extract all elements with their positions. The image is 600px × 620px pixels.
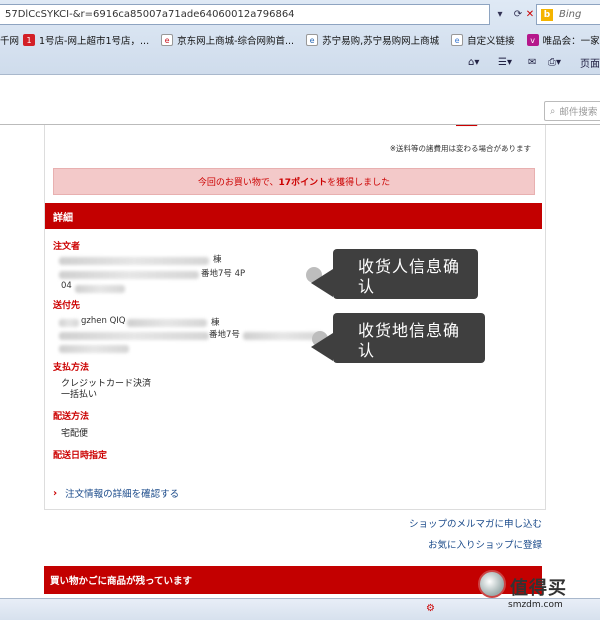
recipient-fragment-1: gzhen QIQ <box>81 316 126 326</box>
mail-icon[interactable]: ✉ <box>528 54 536 70</box>
points-value: 17ポイント <box>278 178 328 188</box>
favorite-label: 唯品会：一家专门做特卖... <box>542 36 600 47</box>
browser-chrome: 57DlCcSYKCI-&r=6916ca85007a71ade64060012… <box>0 0 600 75</box>
favorite-label: 苏宁易购,苏宁易购网上商城 <box>322 36 440 47</box>
blurred-name <box>59 257 209 265</box>
delivery-label: 配送方法 <box>53 412 90 422</box>
newsletter-link[interactable]: ショップのメルマガに申し込む <box>409 516 542 530</box>
points-notice: 今回のお買い物で、 17ポイント を獲得しました <box>53 168 535 195</box>
points-prefix: 今回のお買い物で、 <box>197 178 279 188</box>
orderer-fragment-3: 04 <box>61 281 72 291</box>
page-icon: e <box>451 34 464 46</box>
security-icon: ⚙ <box>426 603 435 614</box>
delivery-value: 宅配便 <box>61 429 89 439</box>
dropdown-icon[interactable]: ▾ <box>492 6 508 22</box>
orderer-label: 注文者 <box>53 242 81 252</box>
delivery-date-label: 配送日時指定 <box>53 451 108 461</box>
favorite-prefix[interactable]: 千网 <box>0 33 19 47</box>
favorite-prefix-label: 千网 <box>0 36 20 47</box>
orderer-fragment-1: 棟 <box>213 255 222 265</box>
page-menu[interactable]: 页面 <box>580 54 600 70</box>
blurred-name <box>59 319 79 327</box>
favorite-suning[interactable]: e 苏宁易购,苏宁易购网上商城 <box>306 33 439 47</box>
blurred-address <box>127 319 207 327</box>
order-detail-link[interactable]: › 注文情報の詳細を確認する <box>53 486 180 501</box>
payment-value-2: 一括払い <box>61 390 98 400</box>
favorites-bar: 千网 1 1号店-网上超市1号店，... e 京东网上商城-综合网购首... e… <box>0 30 600 50</box>
page-header: ⌕ 邮件搜索 <box>0 75 600 125</box>
favorite-label: 1号店-网上超市1号店，... <box>39 36 150 47</box>
bing-icon: b <box>541 8 553 21</box>
search-placeholder: Bing <box>559 9 582 20</box>
price-total-partial: ▔▔ ▁▁▁▁ <box>455 125 525 137</box>
watermark: 值得买 smzdm.com <box>478 570 600 620</box>
blurred-phone <box>59 345 129 353</box>
shipping-note: ※送料等の諸費用は変わる場合があります <box>389 144 531 153</box>
recipient-label: 送付先 <box>53 301 81 311</box>
favorite-custom-link[interactable]: e 自定义链接 <box>451 33 515 47</box>
favorite-yhd[interactable]: 1 1号店-网上超市1号店，... <box>23 33 149 47</box>
watermark-text: 值得买 <box>510 578 567 599</box>
detail-header: 詳細 <box>45 203 542 229</box>
mail-search-input[interactable]: ⌕ 邮件搜索 <box>544 101 600 121</box>
address-row: 57DlCcSYKCI-&r=6916ca85007a71ade64060012… <box>0 4 600 26</box>
home-icon[interactable]: ⌂▾ <box>468 54 479 70</box>
favorite-vip[interactable]: v 唯品会：一家专门做特卖... <box>526 33 600 47</box>
payment-label: 支払方法 <box>53 363 90 373</box>
favorite-label: 自定义链接 <box>467 36 515 47</box>
search-icon: ⌕ <box>550 105 556 117</box>
annotation-callout-recipient: 收货人信息确认 <box>311 249 478 299</box>
yhd-icon: 1 <box>23 34 36 46</box>
order-detail-link-label: 注文情報の詳細を確認する <box>65 489 180 500</box>
orderer-fragment-2: 番地7号 4P <box>201 269 246 279</box>
page-menu-label: 页面 <box>580 58 600 70</box>
feeds-icon[interactable]: ☰▾ <box>498 54 512 70</box>
cart-notice: 買い物かごに商品が残っています <box>44 566 542 594</box>
command-bar: ⌂▾ ☰▾ ✉ ⎙▾ 页面 <box>0 52 600 72</box>
mail-search-placeholder: 邮件搜索 <box>559 107 598 118</box>
chevron-right-icon: › <box>53 487 58 499</box>
blurred-phone <box>75 285 125 293</box>
blurred-address <box>59 271 199 279</box>
recipient-fragment-2: 棟 <box>211 318 220 328</box>
search-input[interactable]: b Bing <box>536 4 600 25</box>
address-bar[interactable]: 57DlCcSYKCI-&r=6916ca85007a71ade64060012… <box>0 4 490 25</box>
watermark-logo-icon <box>478 570 506 598</box>
recipient-fragment-3: 番地7号 <box>209 330 240 340</box>
page-icon: e <box>161 34 174 46</box>
vip-icon: v <box>526 34 539 46</box>
favorite-label: 京东网上商城-综合网购首... <box>177 36 295 47</box>
points-suffix: を獲得しました <box>327 178 391 188</box>
page-icon: e <box>306 34 319 46</box>
print-icon[interactable]: ⎙▾ <box>548 54 561 70</box>
favorite-shop-link[interactable]: お気に入りショップに登録 <box>428 537 542 551</box>
payment-value-1: クレジットカード決済 <box>61 379 152 389</box>
annotation-callout-address: 收货地信息确认 <box>311 313 485 363</box>
favorite-jd[interactable]: e 京东网上商城-综合网购首... <box>161 33 294 47</box>
blurred-address <box>59 332 209 340</box>
watermark-sub: smzdm.com <box>508 600 563 610</box>
